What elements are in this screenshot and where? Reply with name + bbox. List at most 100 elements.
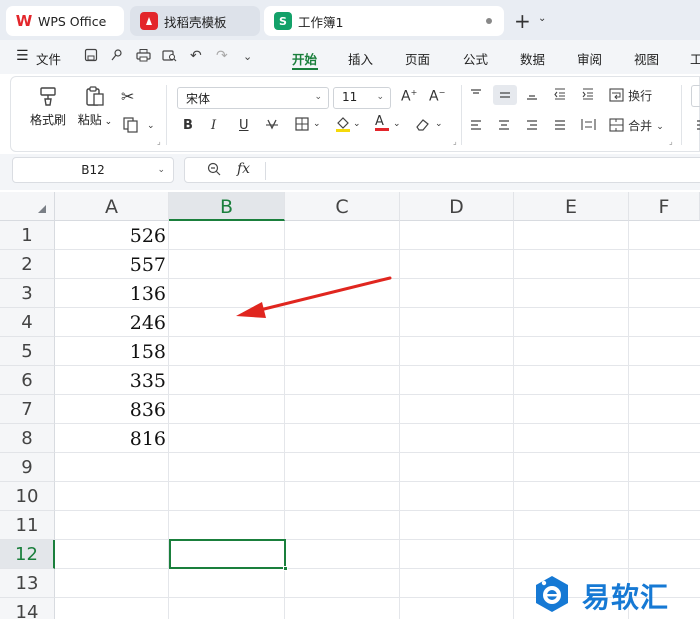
grow-font-icon[interactable]: A+ [401, 88, 417, 105]
bold-icon[interactable]: B [183, 118, 193, 133]
dialog-launcher-icon[interactable]: ⌟ [669, 137, 673, 146]
cut-icon[interactable]: ✂ [121, 87, 134, 106]
chevron-down-icon[interactable]: ⌄ [102, 117, 113, 127]
redo-icon[interactable]: ↷ [216, 48, 228, 64]
column-header-d[interactable]: D [400, 192, 514, 221]
unsaved-dot-icon[interactable] [486, 18, 492, 24]
menu-review[interactable]: 审阅 [577, 49, 602, 68]
font-size-select[interactable]: 11 ⌄ [333, 87, 391, 109]
row-header-5[interactable]: 5 [0, 337, 55, 366]
align-left-icon[interactable] [469, 118, 483, 136]
tab-wps-office[interactable]: W WPS Office [6, 6, 124, 36]
chevron-down-icon[interactable]: ⌄ [313, 119, 321, 129]
selected-cell-b12[interactable] [169, 539, 286, 569]
cell-a7[interactable]: 836 [55, 395, 169, 424]
menu-data[interactable]: 数据 [520, 49, 545, 68]
align-middle-icon[interactable] [493, 85, 517, 105]
menu-view[interactable]: 视图 [634, 49, 659, 68]
menu-file[interactable]: 文件 [36, 49, 61, 68]
row-header-1[interactable]: 1 [0, 221, 55, 250]
chevron-down-icon[interactable]: ⌄ [435, 119, 443, 129]
menu-tools[interactable]: 工 [690, 49, 700, 68]
italic-icon[interactable]: I [211, 118, 216, 133]
number-format-select[interactable] [691, 85, 700, 107]
undo-icon[interactable]: ↶ [190, 48, 202, 64]
tab-workbook[interactable]: S 工作簿1 [264, 6, 504, 36]
hamburger-menu-icon[interactable]: ☰ [16, 48, 29, 64]
row-header-10[interactable]: 10 [0, 482, 55, 511]
justify-icon[interactable] [553, 118, 567, 136]
select-all-corner[interactable] [0, 192, 55, 221]
share-icon[interactable] [110, 48, 124, 66]
row-header-11[interactable]: 11 [0, 511, 55, 540]
row-header-2[interactable]: 2 [0, 250, 55, 279]
formula-input[interactable]: fx [184, 157, 700, 183]
new-tab-plus-icon[interactable]: + [514, 9, 531, 33]
row-header-7[interactable]: 7 [0, 395, 55, 424]
clear-format-icon[interactable] [415, 117, 431, 135]
distributed-align-icon[interactable] [581, 117, 596, 136]
shrink-font-icon[interactable]: A− [429, 88, 445, 105]
column-header-e[interactable]: E [514, 192, 629, 221]
cell-a5[interactable]: 158 [55, 337, 169, 366]
column-header-f[interactable]: F [629, 192, 700, 221]
chevron-down-icon[interactable]: ⌄ [157, 165, 165, 175]
merge-cells-button[interactable]: 合并 ⌄ [609, 117, 664, 136]
fill-handle[interactable] [283, 566, 288, 571]
format-painter-button[interactable]: 格式刷 [27, 85, 69, 128]
chevron-down-icon[interactable]: ⌄ [538, 13, 546, 24]
column-header-c[interactable]: C [285, 192, 400, 221]
zoom-search-icon[interactable] [207, 162, 221, 180]
paste-button[interactable]: 粘贴 ⌄ [77, 85, 113, 128]
chevron-down-icon[interactable]: ⌄ [656, 122, 664, 132]
row-header-3[interactable]: 3 [0, 279, 55, 308]
fill-color-icon[interactable] [335, 115, 351, 137]
menu-insert[interactable]: 插入 [348, 49, 373, 68]
wrap-text-button[interactable]: 换行 [609, 87, 652, 106]
chevron-down-icon[interactable]: ⌄ [353, 119, 361, 129]
row-header-13[interactable]: 13 [0, 569, 55, 598]
cell-a8[interactable]: 816 [55, 424, 169, 453]
cell-a3[interactable]: 136 [55, 279, 169, 308]
chevron-down-icon[interactable]: ⌄ [147, 121, 155, 131]
chevron-down-icon[interactable]: ⌄ [393, 119, 401, 129]
column-header-a[interactable]: A [55, 192, 169, 221]
fx-icon[interactable]: fx [237, 161, 250, 177]
row-header-14[interactable]: 14 [0, 598, 55, 619]
menu-page[interactable]: 页面 [405, 49, 430, 68]
cell-a1[interactable]: 526 [55, 221, 169, 250]
cell-a2[interactable]: 557 [55, 250, 169, 279]
cell-a6[interactable]: 335 [55, 366, 169, 395]
border-icon[interactable] [295, 117, 309, 135]
spreadsheet-grid[interactable]: A B C D E F 1 2 3 4 5 6 7 8 9 10 11 12 13 14 526 557 136 246 158… [0, 192, 700, 619]
decrease-indent-icon[interactable] [553, 87, 567, 105]
copy-icon[interactable] [123, 117, 141, 137]
row-header-12[interactable]: 12 [0, 540, 55, 569]
align-right-icon[interactable] [525, 118, 539, 136]
strikethrough-icon[interactable] [265, 117, 279, 135]
tab-daoke-templates[interactable]: 找稻壳模板 [130, 6, 260, 36]
row-header-8[interactable]: 8 [0, 424, 55, 453]
align-top-icon[interactable] [469, 87, 483, 105]
underline-icon[interactable]: U [239, 118, 249, 133]
align-center-icon[interactable] [497, 118, 511, 136]
menu-formula[interactable]: 公式 [463, 49, 488, 68]
cell-a4[interactable]: 246 [55, 308, 169, 337]
format-icon[interactable] [695, 118, 700, 136]
chevron-down-icon[interactable]: ⌄ [243, 50, 252, 63]
dialog-launcher-icon[interactable]: ⌟ [157, 137, 161, 146]
font-name-select[interactable]: 宋体 ⌄ [177, 87, 329, 109]
align-bottom-icon[interactable] [525, 87, 539, 105]
row-header-4[interactable]: 4 [0, 308, 55, 337]
print-icon[interactable] [136, 48, 151, 66]
dialog-launcher-icon[interactable]: ⌟ [453, 137, 457, 146]
name-box[interactable]: B12 ⌄ [12, 157, 174, 183]
print-preview-icon[interactable] [162, 48, 177, 66]
menu-home[interactable]: 开始 [292, 49, 317, 68]
font-color-icon[interactable]: A [375, 114, 389, 131]
column-header-b[interactable]: B [169, 192, 285, 221]
row-header-9[interactable]: 9 [0, 453, 55, 482]
row-header-6[interactable]: 6 [0, 366, 55, 395]
save-icon[interactable] [84, 48, 98, 66]
increase-indent-icon[interactable] [581, 87, 595, 105]
